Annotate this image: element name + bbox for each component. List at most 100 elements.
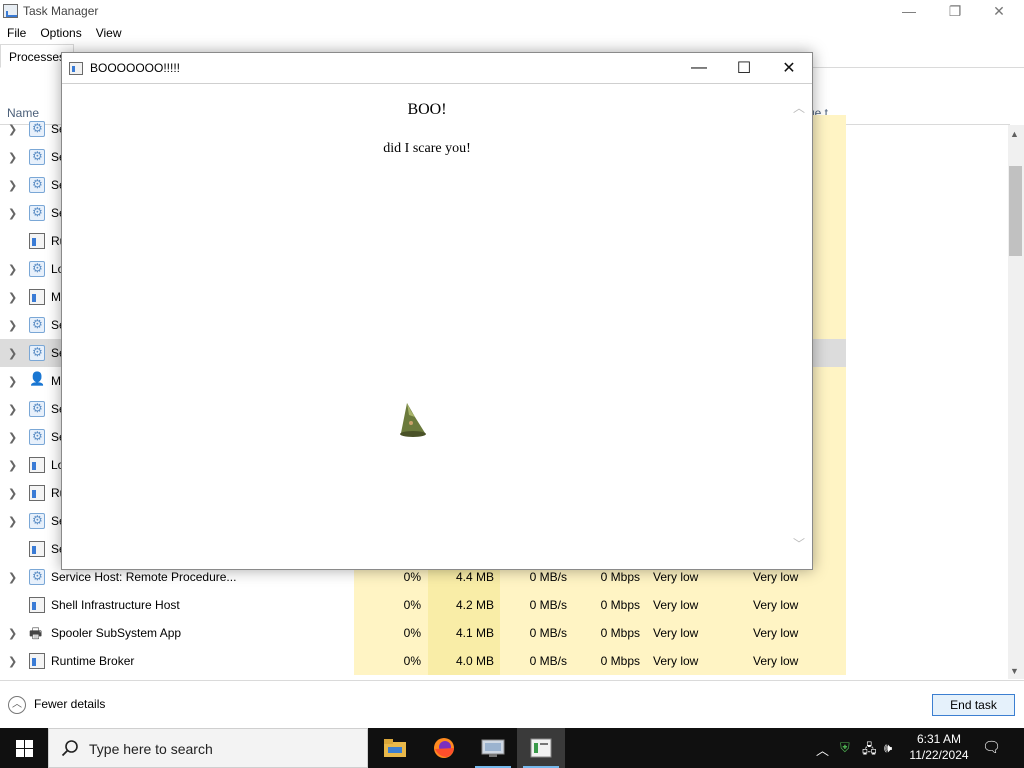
process-name: M	[51, 374, 61, 388]
memory-value: 4.2 MB	[455, 598, 494, 612]
process-name: Shell Infrastructure Host	[51, 598, 180, 612]
service-gear-icon	[29, 569, 45, 585]
taskbar-firefox[interactable]	[420, 728, 468, 768]
chevron-right-icon[interactable]: ❯	[8, 123, 17, 136]
window-app-icon	[29, 289, 45, 305]
chevron-right-icon[interactable]: ❯	[8, 291, 17, 304]
taskbar-app-monitor[interactable]	[469, 728, 517, 768]
boo-heading: BOO!	[407, 101, 447, 118]
window-app-icon	[29, 233, 45, 249]
close-icon[interactable]: ✕	[976, 0, 1022, 22]
taskbar: Type here to search ︿ ⛨ 🖧 🕪 6:31 AM 11/2…	[0, 728, 1024, 768]
clock-time: 6:31 AM	[916, 732, 962, 746]
power-usage-value: Very low	[653, 654, 699, 668]
network-value: 0 Mbps	[600, 626, 640, 640]
process-row[interactable]: Shell Infrastructure Host 0% 4.2 MB 0 MB/s 0…	[0, 591, 846, 619]
network-icon[interactable]: 🖧	[862, 740, 877, 762]
scroll-up-icon[interactable]: ▲	[1010, 129, 1019, 139]
task-manager-title: Task Manager	[23, 4, 99, 18]
window-app-icon	[29, 485, 45, 501]
chevron-right-icon[interactable]: ❯	[8, 515, 17, 528]
volume-icon[interactable]: 🕪	[884, 740, 892, 756]
menu-bar: File Options View	[0, 24, 129, 42]
minimize-icon[interactable]: —	[676, 53, 722, 83]
popup-title: BOOOOOOO!!!!!	[90, 61, 181, 75]
clock-date: 11/22/2024	[909, 748, 969, 762]
chevron-right-icon[interactable]: ❯	[8, 487, 17, 500]
process-name: M	[51, 290, 61, 304]
service-gear-icon	[29, 121, 45, 137]
service-gear-icon	[29, 205, 45, 221]
chevron-right-icon[interactable]: ❯	[8, 207, 17, 220]
window-app-icon	[29, 653, 45, 669]
notification-icon[interactable]: 🗨	[982, 738, 1001, 756]
windows-logo-icon	[15, 739, 33, 757]
chevron-right-icon[interactable]: ❯	[8, 627, 17, 640]
taskbar-task-manager[interactable]	[517, 728, 565, 768]
menu-view[interactable]: View	[89, 24, 129, 42]
chevron-right-icon[interactable]: ❯	[8, 179, 17, 192]
taskbar-search-box[interactable]: Type here to search	[48, 728, 368, 768]
process-name: Service Host: Remote Procedure...	[51, 570, 237, 584]
scroll-down-icon[interactable]: ▼	[1010, 666, 1019, 676]
chevron-up-icon[interactable]: ︿	[816, 740, 829, 759]
memory-value: 4.0 MB	[455, 654, 494, 668]
scroll-up-icon[interactable]: ︿	[793, 99, 805, 116]
memory-value: 4.1 MB	[455, 626, 494, 640]
task-manager-icon	[530, 738, 552, 758]
scrollbar-thumb[interactable]	[1009, 166, 1022, 256]
cpu-value: 0%	[403, 598, 421, 612]
security-shield-icon[interactable]: ⛨	[840, 740, 850, 756]
menu-options[interactable]: Options	[33, 24, 88, 42]
firefox-icon	[434, 738, 454, 758]
cpu-value: 0%	[403, 626, 421, 640]
cpu-value: 0%	[403, 654, 421, 668]
power-usage-value: Very low	[653, 598, 699, 612]
process-row[interactable]: ❯ Runtime Broker 0% 4.0 MB 0 MB/s 0 Mbps Very …	[0, 647, 846, 675]
chevron-right-icon[interactable]: ❯	[8, 375, 17, 388]
power-trend-value: Very low	[753, 626, 799, 640]
chevron-right-icon[interactable]: ❯	[8, 655, 17, 668]
memory-value: 4.4 MB	[455, 570, 494, 584]
chevron-right-icon[interactable]: ❯	[8, 459, 17, 472]
process-name: Runtime Broker	[51, 654, 135, 668]
fewer-details-link[interactable]: Fewer details	[34, 697, 105, 711]
end-task-button[interactable]: End task	[932, 694, 1015, 716]
minimize-icon[interactable]: —	[886, 0, 932, 22]
search-icon	[61, 740, 78, 757]
service-gear-icon	[29, 317, 45, 333]
disk-value: 0 MB/s	[529, 570, 567, 584]
service-gear-icon	[29, 429, 45, 445]
printer-icon	[29, 623, 45, 647]
power-trend-value: Very low	[753, 570, 799, 584]
chevron-right-icon[interactable]: ❯	[8, 319, 17, 332]
chevron-right-icon[interactable]: ❯	[8, 403, 17, 416]
chevron-right-icon[interactable]: ❯	[8, 151, 17, 164]
search-placeholder: Type here to search	[89, 741, 213, 757]
power-usage-value: Very low	[653, 626, 699, 640]
process-row[interactable]: ❯ Spooler SubSystem App 0% 4.1 MB 0 MB/s 0 Mb…	[0, 619, 846, 647]
window-app-icon	[29, 597, 45, 613]
clock[interactable]: 6:31 AM 11/22/2024	[902, 731, 976, 763]
close-icon[interactable]: ✕	[766, 53, 812, 83]
chevron-right-icon[interactable]: ❯	[8, 431, 17, 444]
chevron-right-icon[interactable]: ❯	[8, 263, 17, 276]
maximize-icon[interactable]: ☐	[721, 53, 767, 83]
scroll-down-icon[interactable]: ﹀	[793, 535, 805, 552]
start-button[interactable]	[0, 728, 48, 768]
user-icon	[29, 371, 45, 389]
chevron-up-icon[interactable]: ︿	[8, 696, 26, 714]
task-manager-titlebar[interactable]: Task Manager — ❐ ✕	[0, 0, 1024, 22]
process-name: Spooler SubSystem App	[51, 626, 182, 640]
menu-file[interactable]: File	[0, 24, 33, 42]
window-app-icon	[29, 457, 45, 473]
taskbar-file-explorer[interactable]	[371, 728, 419, 768]
popup-titlebar[interactable]: BOOOOOOO!!!!! — ☐ ✕	[62, 53, 812, 84]
restore-icon[interactable]: ❐	[932, 0, 978, 22]
cpu-value: 0%	[403, 570, 421, 584]
witch-hat-image	[400, 403, 426, 437]
scare-message: did I scare you!	[383, 141, 471, 156]
popup-app-icon	[69, 62, 83, 75]
chevron-right-icon[interactable]: ❯	[8, 347, 17, 360]
chevron-right-icon[interactable]: ❯	[8, 571, 17, 584]
